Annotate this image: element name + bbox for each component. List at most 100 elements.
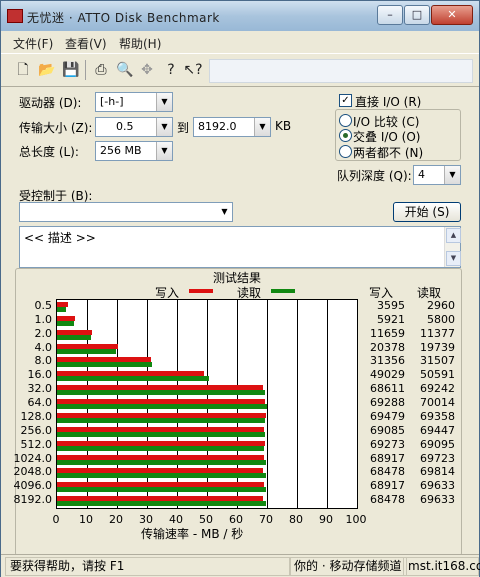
- y-tick-label: 32.0: [27, 382, 53, 396]
- status-help-text: 要获得帮助，请按 F1: [5, 557, 291, 576]
- read-bar: [57, 362, 152, 368]
- save-icon[interactable]: 💾: [61, 60, 81, 80]
- chevron-down-icon: ▼: [444, 166, 460, 184]
- new-file-icon[interactable]: 🗋: [13, 60, 33, 80]
- write-value: 5921: [377, 312, 405, 326]
- read-value: 50591: [420, 368, 455, 382]
- drive-select[interactable]: [-h-] ▼: [95, 92, 173, 112]
- start-button[interactable]: 开始 (S): [393, 202, 461, 222]
- total-length-label: 总长度 (L):: [19, 145, 79, 159]
- y-tick-label: 1024.0: [13, 451, 53, 465]
- y-tick-label: 128.0: [20, 409, 53, 423]
- read-bar: [57, 334, 92, 340]
- transfer-size-label: 传输大小 (Z):: [19, 121, 93, 135]
- read-value: 19739: [420, 340, 455, 354]
- close-button[interactable]: ✕: [431, 5, 473, 25]
- toolbar-background-strip: [209, 59, 473, 83]
- controlled-by-select[interactable]: ▼: [19, 202, 233, 222]
- total-length-value: 256 MB: [100, 144, 142, 157]
- y-tick-label: 8192.0: [13, 493, 53, 507]
- print-preview-icon[interactable]: 🔍: [115, 60, 135, 80]
- overlap-io-radio[interactable]: [339, 129, 352, 142]
- open-folder-icon[interactable]: 📂: [37, 60, 57, 80]
- write-value: 68917: [370, 451, 405, 465]
- menu-bar: 文件(F) 查看(V) 帮助(H): [1, 31, 479, 53]
- status-bar: 要获得帮助，请按 F1 你的 · 移动存储频道 mst.it168.com: [1, 554, 480, 577]
- help-icon[interactable]: ?: [161, 60, 181, 80]
- app-logo-icon: [7, 9, 23, 23]
- scroll-down-icon[interactable]: ▼: [446, 251, 461, 266]
- read-bar: [57, 473, 267, 479]
- read-bar: [57, 348, 117, 354]
- read-legend-swatch: [271, 289, 295, 293]
- transfer-to-label: 到: [177, 121, 190, 135]
- transfer-to-select[interactable]: 8192.0 ▼: [193, 117, 271, 137]
- read-bar: [57, 307, 66, 312]
- write-value: 3595: [377, 299, 405, 312]
- x-tick-label: 0: [52, 513, 60, 526]
- write-value: 68478: [370, 493, 405, 507]
- direct-io-label: 直接 I/O (R): [355, 95, 422, 109]
- write-value: 69288: [370, 396, 405, 410]
- total-length-select[interactable]: 256 MB ▼: [95, 141, 173, 161]
- read-bar: [57, 417, 266, 423]
- x-axis-label: 传输速率 - MB / 秒: [141, 527, 244, 541]
- move-icon[interactable]: ✥: [137, 60, 157, 80]
- scroll-up-icon[interactable]: ▲: [446, 228, 461, 243]
- grid-line: [297, 300, 298, 508]
- read-bar: [57, 501, 266, 507]
- overlap-io-label: 交叠 I/O (O): [353, 130, 421, 144]
- read-value: 69723: [420, 451, 455, 465]
- menu-file[interactable]: 文件(F): [13, 35, 53, 52]
- read-value: 69633: [420, 493, 455, 507]
- read-value: 2960: [427, 299, 455, 312]
- read-value: 69242: [420, 382, 455, 396]
- grid-line: [267, 300, 268, 508]
- write-value: 69085: [370, 423, 405, 437]
- read-value: 69358: [420, 409, 455, 423]
- y-tick-label: 256.0: [20, 423, 53, 437]
- transfer-unit-label: KB: [275, 119, 292, 133]
- y-tick-label: 16.0: [27, 368, 53, 382]
- transfer-from-select[interactable]: 0.5 ▼: [95, 117, 173, 137]
- x-tick-label: 100: [345, 513, 367, 526]
- print-icon[interactable]: ⎙: [91, 60, 111, 80]
- read-value: 69633: [420, 479, 455, 493]
- chevron-down-icon: ▼: [217, 203, 232, 221]
- write-value: 69479: [370, 409, 405, 423]
- menu-view[interactable]: 查看(V): [65, 35, 107, 52]
- io-compare-radio[interactable]: [339, 114, 352, 127]
- chevron-down-icon: ▼: [156, 142, 172, 160]
- neither-label: 两者都不 (N): [353, 146, 424, 160]
- read-bar: [57, 320, 75, 326]
- y-tick-label: 2048.0: [13, 465, 53, 479]
- status-site-text: mst.it168.com: [403, 557, 480, 576]
- write-value: 11659: [370, 326, 405, 340]
- description-box[interactable]: << 描述 >> ▲ ▼: [19, 226, 461, 268]
- read-value: 5800: [427, 312, 455, 326]
- y-tick-label: 8.0: [34, 354, 53, 368]
- minimize-button[interactable]: –: [377, 5, 403, 25]
- direct-io-checkbox[interactable]: ✓: [339, 94, 352, 107]
- write-value: 69273: [370, 437, 405, 451]
- read-value: 70014: [420, 396, 455, 410]
- transfer-from-value: 0.5: [116, 120, 134, 133]
- queue-depth-label: 队列深度 (Q):: [337, 169, 412, 183]
- maximize-button[interactable]: □: [404, 5, 430, 25]
- neither-radio[interactable]: [339, 145, 352, 158]
- context-help-icon[interactable]: ↖?: [183, 60, 203, 80]
- read-bar: [57, 404, 267, 410]
- x-tick-label: 90: [319, 513, 333, 526]
- description-scrollbar[interactable]: ▲ ▼: [444, 227, 461, 267]
- queue-depth-select[interactable]: 4 ▼: [413, 165, 461, 185]
- write-value: 31356: [370, 354, 405, 368]
- read-bar: [57, 459, 267, 465]
- read-value: 69095: [420, 437, 455, 451]
- drive-value: [-h-]: [100, 95, 124, 108]
- x-tick-label: 70: [259, 513, 273, 526]
- menu-help[interactable]: 帮助(H): [119, 35, 161, 52]
- chevron-down-icon: ▼: [254, 118, 270, 136]
- grid-line: [327, 300, 328, 508]
- read-value: 69447: [420, 423, 455, 437]
- write-value: 68478: [370, 465, 405, 479]
